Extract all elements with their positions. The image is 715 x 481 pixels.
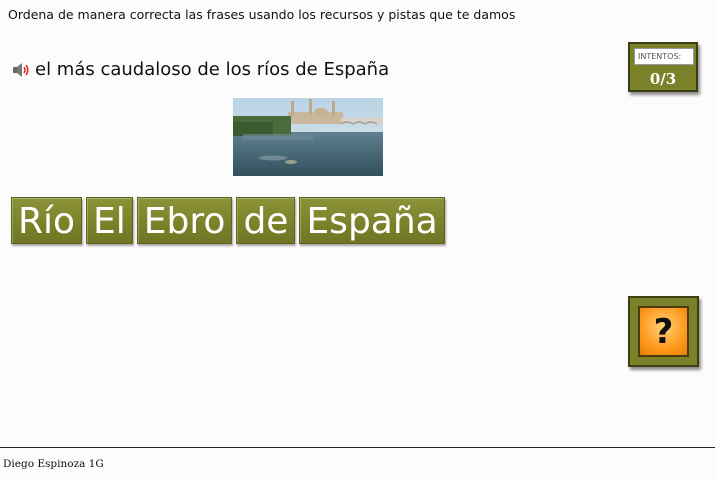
attempts-counter: INTENTOS: 0/3 [628, 42, 698, 92]
word-tile[interactable]: de [236, 197, 296, 244]
instructions-text: Ordena de manera correcta las frases usa… [8, 7, 516, 22]
word-tile[interactable]: El [86, 197, 133, 244]
question-icon: ? [638, 306, 689, 357]
speaker-icon[interactable] [12, 62, 30, 77]
clue-text: el más caudaloso de los ríos de España [35, 59, 390, 80]
word-tile[interactable]: Río [11, 197, 83, 244]
footer-author: Diego Espinoza 1G [3, 458, 104, 470]
word-tile[interactable]: Ebro [136, 197, 233, 244]
word-tile[interactable]: España [299, 197, 445, 244]
ebro-river-photo [233, 98, 383, 176]
help-button[interactable]: ? [628, 296, 699, 367]
footer-divider [0, 447, 715, 448]
attempts-label: INTENTOS: [634, 48, 694, 65]
clue-row: el más caudaloso de los ríos de España [12, 59, 389, 80]
attempts-value: 0/3 [649, 70, 677, 88]
word-tiles: Río El Ebro de España [11, 197, 449, 244]
